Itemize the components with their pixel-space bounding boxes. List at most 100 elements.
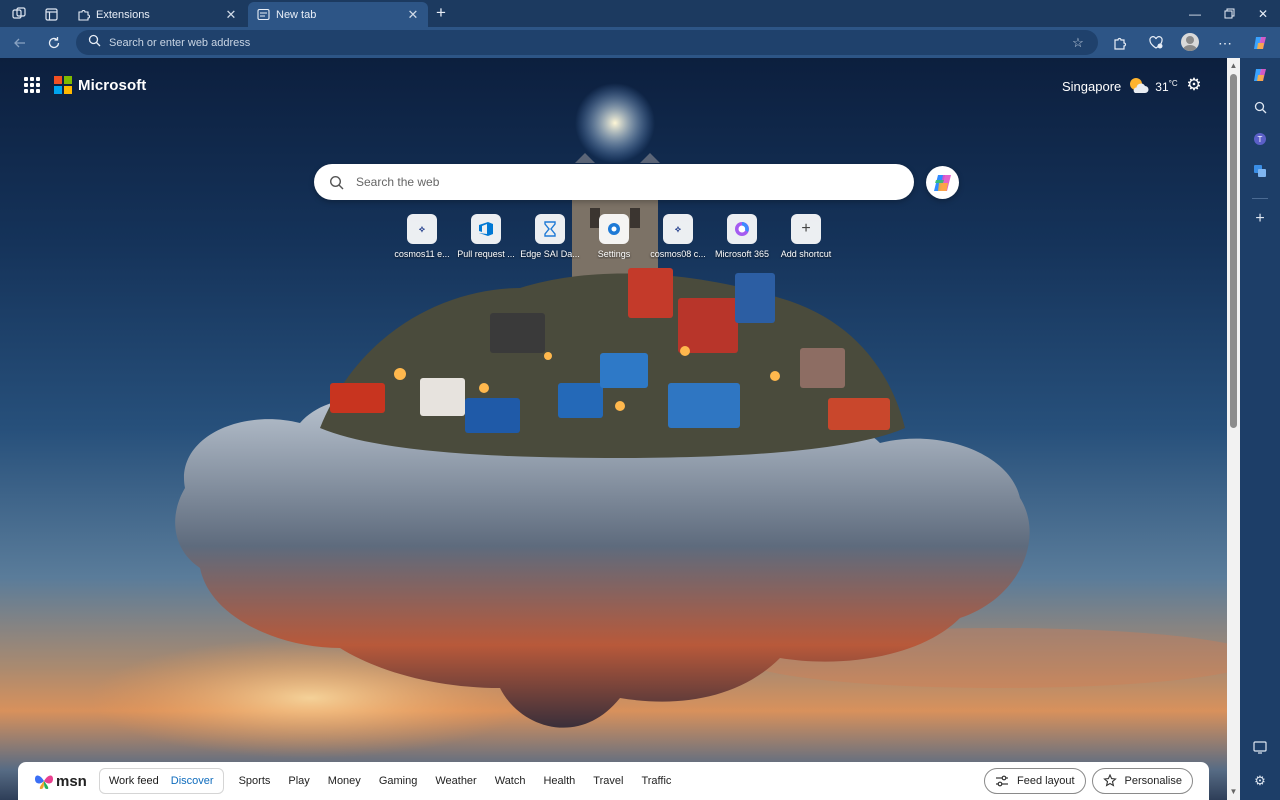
m365-icon — [727, 214, 757, 244]
nav-sports[interactable]: Sports — [239, 775, 271, 787]
weather-widget[interactable]: Singapore 31°C — [1062, 76, 1178, 96]
address-bar[interactable]: Search or enter web address ☆ — [76, 30, 1098, 55]
msn-nav: Sports Play Money Gaming Weather Watch H… — [230, 775, 681, 787]
scroll-thumb[interactable] — [1230, 74, 1237, 428]
weather-temperature: 31°C — [1155, 78, 1178, 94]
nav-traffic[interactable]: Traffic — [641, 775, 671, 787]
tab-actions-icon[interactable] — [42, 5, 60, 23]
scroll-up-icon[interactable]: ▲ — [1227, 60, 1240, 72]
shortcut-cosmos11[interactable]: ⟡ cosmos11 e... — [390, 214, 454, 259]
shortcut-label: Microsoft 365 — [714, 249, 770, 259]
shortcut-label: Settings — [597, 249, 631, 259]
tab-label: New tab — [276, 8, 317, 21]
copilot-icon[interactable] — [1251, 66, 1269, 84]
msn-feed-bar: msn Work feed Discover Sports Play Money… — [18, 762, 1209, 800]
personalise-label: Personalise — [1124, 775, 1182, 787]
tab-extensions[interactable]: Extensions ✕ — [68, 2, 246, 27]
nav-gaming[interactable]: Gaming — [379, 775, 418, 787]
sidebar-settings-gear-icon[interactable]: ⚙ — [1251, 772, 1269, 790]
extensions-icon[interactable] — [1110, 33, 1130, 53]
puzzle-icon — [76, 8, 90, 22]
shortcut-label: Pull request ... — [457, 249, 515, 259]
page-scrollbar[interactable]: ▲ ▼ — [1227, 58, 1240, 800]
cosmos-icon: ⟡ — [663, 214, 693, 244]
partly-cloudy-icon — [1127, 76, 1149, 96]
browser-essentials-icon[interactable] — [1146, 33, 1166, 53]
hourglass-icon — [535, 214, 565, 244]
sliders-icon — [995, 774, 1009, 788]
tab-work-feed[interactable]: Work feed — [103, 775, 165, 787]
microsoft-header: Microsoft — [24, 76, 146, 94]
nav-health[interactable]: Health — [543, 775, 575, 787]
new-tab-page: Microsoft Singapore 31°C ⚙ ⟡ cosmos11 e.… — [0, 58, 1227, 800]
add-shortcut-button[interactable]: + Add shortcut — [774, 214, 838, 259]
profile-avatar[interactable] — [1181, 33, 1199, 51]
shortcut-settings[interactable]: Settings — [582, 214, 646, 259]
minimize-icon[interactable]: — — [1178, 0, 1212, 27]
close-window-icon[interactable]: ✕ — [1246, 0, 1280, 27]
nav-play[interactable]: Play — [288, 775, 309, 787]
tab-discover[interactable]: Discover — [165, 775, 220, 787]
add-app-plus-icon[interactable]: + — [1251, 210, 1269, 228]
svg-text:T: T — [1258, 135, 1263, 144]
nav-money[interactable]: Money — [328, 775, 361, 787]
copilot-icon — [933, 174, 951, 191]
restore-icon[interactable] — [1212, 0, 1246, 27]
new-tab-button[interactable]: + — [432, 4, 450, 22]
title-bar: Extensions ✕ New tab ✕ + — ✕ — [0, 0, 1280, 27]
azure-devops-icon — [471, 214, 501, 244]
search-icon — [328, 174, 344, 190]
shortcut-label: Add shortcut — [780, 249, 832, 259]
web-search-box[interactable] — [314, 164, 914, 200]
newtab-icon — [256, 8, 270, 22]
edge-sidebar: T + ⚙ — [1240, 58, 1280, 800]
shortcut-microsoft-365[interactable]: Microsoft 365 — [710, 214, 774, 259]
more-menu-icon[interactable]: ⋯ — [1215, 33, 1235, 53]
copilot-search-button[interactable] — [926, 166, 959, 199]
cosmos-icon: ⟡ — [407, 214, 437, 244]
msn-logo[interactable]: msn — [34, 772, 87, 790]
msn-actions: Feed layout Personalise — [978, 768, 1193, 794]
msn-butterfly-icon — [35, 775, 53, 789]
teams-icon[interactable]: T — [1251, 130, 1269, 148]
shortcut-label: Edge SAI Da... — [520, 249, 580, 259]
app-launcher-icon[interactable] — [24, 77, 40, 93]
personalise-button[interactable]: Personalise — [1091, 768, 1193, 794]
quick-links: ⟡ cosmos11 e... Pull request ... Edge SA… — [390, 214, 838, 259]
feed-toggle: Work feed Discover — [98, 768, 224, 794]
tab-label: Extensions — [96, 8, 150, 21]
shortcut-edge-sai[interactable]: Edge SAI Da... — [518, 214, 582, 259]
microsoft-logo-icon — [54, 76, 72, 94]
nav-weather[interactable]: Weather — [435, 775, 476, 787]
feed-layout-button[interactable]: Feed layout — [984, 768, 1086, 794]
favorite-star-icon[interactable]: ☆ — [1068, 35, 1088, 51]
search-input[interactable] — [356, 175, 876, 189]
weather-city: Singapore — [1062, 78, 1122, 94]
feed-layout-label: Feed layout — [1017, 775, 1075, 787]
sidebar-divider — [1252, 198, 1268, 199]
close-tab-icon[interactable]: ✕ — [406, 7, 420, 23]
page-settings-gear-icon[interactable]: ⚙ — [1185, 76, 1203, 94]
close-tab-icon[interactable]: ✕ — [224, 7, 238, 23]
address-placeholder: Search or enter web address — [109, 36, 251, 49]
shortcut-cosmos08[interactable]: ⟡ cosmos08 c... — [646, 214, 710, 259]
screen-capture-icon[interactable] — [1251, 738, 1269, 756]
copilot-icon[interactable] — [1250, 33, 1270, 53]
settings-dot-icon — [599, 214, 629, 244]
msn-logo-text: msn — [56, 772, 87, 790]
search-icon[interactable] — [1251, 98, 1269, 116]
scroll-down-icon[interactable]: ▼ — [1227, 786, 1240, 798]
toolbar: Search or enter web address ☆ ⋯ — [0, 27, 1280, 58]
translator-icon[interactable] — [1251, 162, 1269, 180]
search-icon — [88, 34, 101, 52]
shortcut-label: cosmos08 c... — [650, 249, 706, 259]
nav-travel[interactable]: Travel — [593, 775, 623, 787]
workspaces-icon[interactable] — [10, 5, 28, 23]
back-icon[interactable] — [10, 33, 30, 53]
shortcut-pull-request[interactable]: Pull request ... — [454, 214, 518, 259]
refresh-icon[interactable] — [44, 33, 64, 53]
brand-name: Microsoft — [78, 76, 147, 94]
nav-watch[interactable]: Watch — [495, 775, 526, 787]
tab-new-tab[interactable]: New tab ✕ — [248, 2, 428, 27]
plus-icon: + — [791, 214, 821, 244]
